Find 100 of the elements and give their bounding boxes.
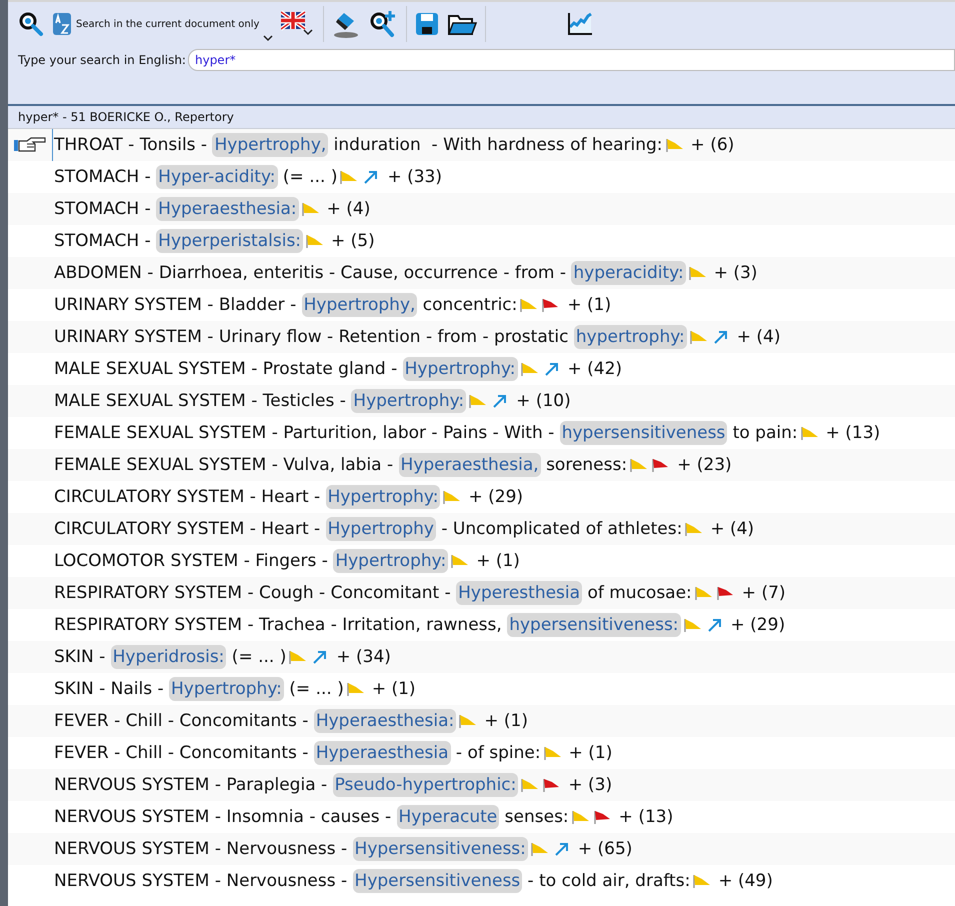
flag-icon: [692, 873, 712, 889]
flag-icon: [694, 585, 714, 601]
rubric-text: MALE SEXUAL SYSTEM - Prostate gland -: [54, 359, 398, 379]
rubric-text: (= ... ): [288, 679, 344, 699]
count-text: + (1): [476, 551, 520, 571]
chevron-down-icon[interactable]: [263, 35, 274, 42]
save-icon[interactable]: [415, 11, 440, 37]
flag-icon: [520, 777, 540, 793]
count-text: + (3): [714, 263, 758, 283]
rubric-text: CIRCULATORY SYSTEM - Heart -: [54, 487, 322, 507]
rubric-text: FEMALE SEXUAL SYSTEM - Parturition, labor - Pains - With -: [54, 423, 556, 443]
count-text: + (4): [736, 327, 780, 347]
rubric-text: of mucosae:: [586, 583, 692, 603]
rubric-text: - Uncomplicated of athletes:: [440, 519, 682, 539]
search-field[interactable]: hyper*: [188, 49, 955, 71]
flag-icon: [688, 329, 709, 345]
rubric-entry[interactable]: CIRCULATORY SYSTEM - Heart - Hypertrophy: + (29): [52, 481, 524, 513]
rubric-entry[interactable]: FEVER - Chill - Concomitants - Hyperaesthesia - of spine: + (1): [52, 737, 612, 769]
flag-icon: [530, 841, 550, 857]
rubric-entry[interactable]: NERVOUS SYSTEM - Nervousness - Hypersensitiveness - to cold air, drafts: + (49): [52, 865, 773, 897]
rubric-text: STOMACH -: [54, 167, 152, 187]
rubric-text: MALE SEXUAL SYSTEM - Testicles -: [54, 391, 347, 411]
count-text: + (10): [516, 391, 571, 411]
scope-label[interactable]: Search in the current document only: [76, 18, 260, 30]
flag-icon: [458, 713, 478, 729]
flag-icon: [542, 745, 563, 761]
rubric-text: NERVOUS SYSTEM - Nervousness -: [54, 871, 348, 891]
count-text: + (4): [326, 199, 370, 219]
count-text: + (1): [372, 679, 416, 699]
rubric-entry[interactable]: RESPIRATORY SYSTEM - Trachea - Irritation, rawness, hypersensitiveness: + (29): [52, 609, 786, 641]
count-text: + (34): [336, 647, 391, 667]
matched-term: Hyperesthesia: [456, 581, 582, 605]
flag-icon: [468, 393, 488, 409]
search-label: Type your search in English:: [18, 53, 186, 67]
search-icon[interactable]: [18, 11, 44, 37]
sort-az-icon[interactable]: [52, 11, 72, 37]
count-text: + (13): [826, 423, 880, 443]
matched-term: Hypertrophy,: [302, 293, 418, 317]
matched-term: hypertrophy:: [574, 325, 687, 349]
rubric-text: FEVER - Chill - Concomitants -: [54, 711, 310, 731]
flag-icon: [684, 521, 704, 537]
matched-term: Hyperperistalsis:: [156, 229, 304, 253]
rubric-text: SKIN -: [54, 647, 106, 667]
rubric-entry[interactable]: URINARY SYSTEM - Bladder - Hypertrophy, concentric: + (1): [52, 289, 612, 321]
flag-icon: [442, 489, 462, 505]
rubric-text: NERVOUS SYSTEM - Nervousness -: [54, 839, 348, 859]
flag-icon: [520, 361, 540, 377]
rubric-entry[interactable]: LOCOMOTOR SYSTEM - Fingers - Hypertrophy: + (1): [52, 545, 520, 577]
rubric-text: senses:: [504, 807, 569, 827]
flag-icon: [688, 265, 708, 281]
flag-icon: [682, 617, 703, 633]
rubric-text: RESPIRATORY SYSTEM - Cough - Concomitant -: [54, 583, 452, 603]
matched-term: Pseudo-hypertrophic:: [332, 773, 518, 797]
flag-icon: [300, 201, 321, 217]
flag-icon: [570, 809, 591, 825]
rubric-text: - to cold air, drafts:: [526, 871, 690, 891]
rubric-text: (= ... ): [230, 647, 286, 667]
rubric-text: NERVOUS SYSTEM - Paraplegia -: [54, 775, 328, 795]
count-text: + (13): [618, 807, 674, 827]
matched-term: hypersensitiveness:: [507, 613, 681, 637]
count-text: + (4): [710, 519, 754, 539]
rubric-text: SKIN - Nails -: [54, 679, 165, 699]
flag-icon[interactable]: [281, 10, 316, 38]
rubric-entry[interactable]: STOMACH - Hyper-acidity: (= ... ) + (33): [52, 161, 442, 193]
rubric-text: to pain:: [732, 423, 798, 443]
count-text: + (29): [468, 487, 524, 507]
matched-term: Hypersensitiveness:: [352, 837, 528, 861]
matched-term: Hyperaesthesia:: [156, 197, 299, 221]
rubric-text: concentric:: [422, 295, 518, 315]
flag-icon: [800, 425, 820, 441]
count-text: + (23): [677, 455, 732, 475]
line-chart-icon[interactable]: [566, 11, 594, 37]
count-text: + (1): [568, 743, 612, 763]
rubric-entry[interactable]: FEMALE SEXUAL SYSTEM - Parturition, labor - Pains - With - hypersensitiveness to pain: + (13): [52, 417, 880, 449]
flag-icon: [450, 553, 470, 569]
matched-term: Hyperacute: [396, 805, 500, 829]
count-text: + (42): [568, 359, 622, 379]
matched-term: Hyperaesthesia:: [314, 709, 456, 733]
matched-term: Hypertrophy: [326, 517, 436, 541]
count-text: + (7): [742, 583, 786, 603]
flag-icon: [288, 649, 308, 665]
matched-term: Hypertrophy:: [326, 485, 440, 509]
flag-icon: [629, 457, 650, 473]
matched-term: Hyperaesthesia,: [398, 453, 541, 477]
rubric-entry[interactable]: MALE SEXUAL SYSTEM - Prostate gland - Hypertrophy: + (42): [52, 353, 622, 385]
matched-term: Hypersensitiveness: [352, 869, 522, 893]
count-text: + (33): [387, 167, 442, 187]
matched-term: hyperacidity:: [571, 261, 686, 285]
matched-term: hypersensitiveness: [560, 421, 728, 445]
matched-term: Hypertrophy:: [169, 677, 284, 701]
rubric-text: - of spine:: [454, 743, 541, 763]
rubric-text: CIRCULATORY SYSTEM - Heart -: [54, 519, 322, 539]
rubric-entry[interactable]: SKIN - Nails - Hypertrophy: (= ... ) + (1): [52, 673, 416, 705]
matched-term: Hyper-acidity:: [156, 165, 278, 189]
count-text: + (1): [484, 711, 528, 731]
matched-term: Hypertrophy:: [351, 389, 466, 413]
rubric-entry[interactable]: NERVOUS SYSTEM - Insomnia - causes - Hyperacute senses: + (13): [52, 801, 674, 833]
rubric-text: STOMACH -: [54, 231, 152, 251]
rubric-text: STOMACH -: [54, 199, 152, 219]
rubric-entry[interactable]: STOMACH - Hyperperistalsis: + (5): [52, 225, 375, 257]
